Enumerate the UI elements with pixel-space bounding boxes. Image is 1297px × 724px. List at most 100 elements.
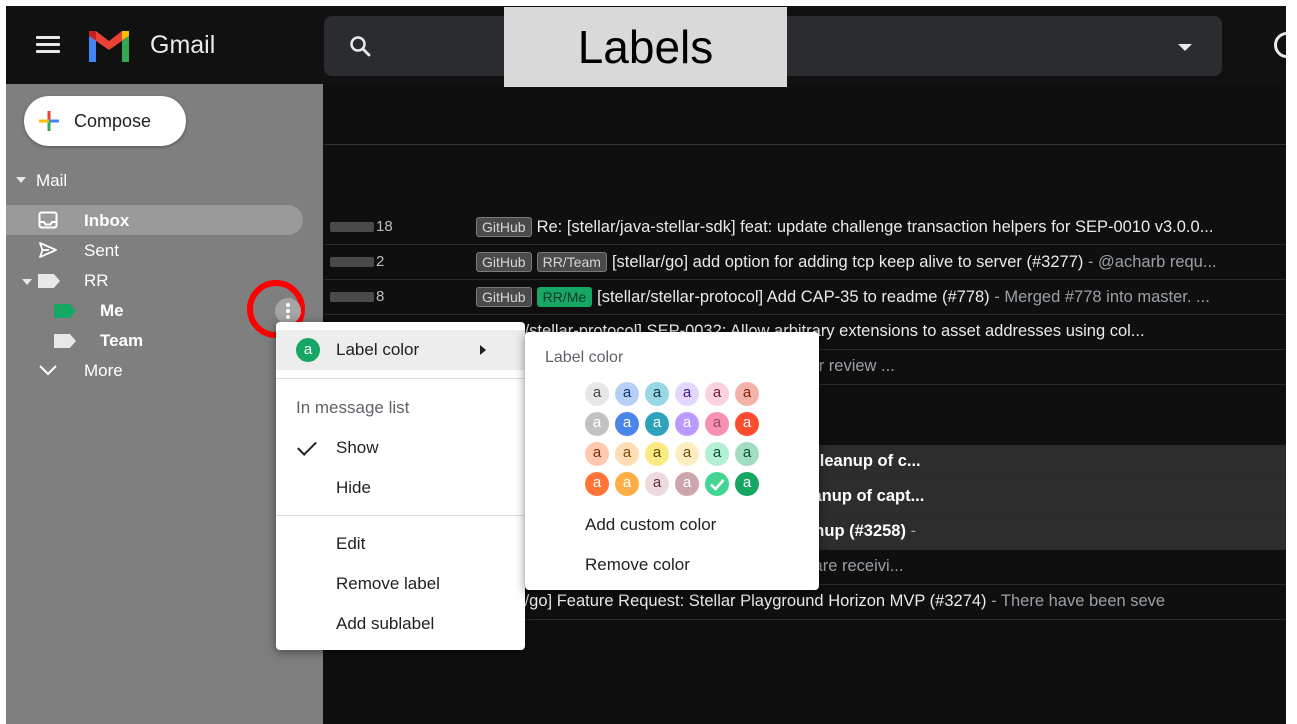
list-divider [324, 144, 1286, 145]
color-swatch[interactable]: a [585, 412, 609, 436]
submenu-arrow-icon [480, 345, 486, 355]
email-row[interactable]: 8 GitHub RR/Me [stellar/stellar-protocol] A… [324, 280, 1286, 315]
sender-redacted [330, 257, 374, 267]
thread-count: 2 [376, 253, 385, 270]
label-color-submenu: Label color aaaaaaaaaaaaaaaaaaaaaaa Add … [525, 332, 819, 590]
add-sublabel-label: Add sublabel [336, 614, 435, 633]
email-row[interactable]: 18 GitHub Re: [stellar/java-stellar-sdk] f… [324, 210, 1286, 245]
sidebar-item-label: Inbox [84, 211, 130, 230]
sidebar-item-inbox[interactable]: Inbox [6, 205, 303, 235]
color-swatch[interactable]: a [675, 382, 699, 406]
label-chip[interactable]: RR/Me [536, 287, 593, 307]
hide-label: Hide [336, 478, 371, 497]
check-icon [297, 436, 317, 456]
color-swatch-selected[interactable] [705, 472, 729, 496]
check-icon [710, 479, 725, 491]
submenu-title: Label color [545, 349, 624, 366]
add-custom-color-option[interactable]: Add custom color [525, 506, 819, 542]
color-swatch[interactable]: a [705, 442, 729, 466]
mail-section-toggle[interactable]: Mail [6, 168, 323, 192]
color-swatch[interactable]: a [705, 412, 729, 436]
color-swatch[interactable]: a [615, 412, 639, 436]
sidebar-item-sent[interactable]: Sent [6, 235, 303, 265]
label-color-label: Label color [336, 340, 420, 359]
color-swatch[interactable]: a [705, 382, 729, 406]
thread-count: 18 [376, 218, 393, 235]
color-swatch[interactable]: a [735, 382, 759, 406]
label-icon [38, 274, 60, 288]
color-swatch[interactable]: a [585, 442, 609, 466]
color-swatch[interactable]: a [735, 472, 759, 496]
color-swatch[interactable]: a [645, 472, 669, 496]
label-color-item[interactable]: a Label color [276, 330, 525, 370]
collapse-icon [16, 177, 26, 183]
remove-color-option[interactable]: Remove color [525, 546, 819, 582]
email-line: [stellar/go] Feature Request: Stellar Pl… [476, 592, 1165, 611]
email-row[interactable]: 2 GitHub RR/Team [stellar/go] add option fo… [324, 245, 1286, 280]
more-options-icon[interactable] [275, 298, 301, 324]
color-swatch[interactable]: a [675, 442, 699, 466]
color-swatch[interactable]: a [615, 382, 639, 406]
label-chip[interactable]: GitHub [476, 252, 532, 272]
color-swatch[interactable]: a [585, 472, 609, 496]
search-icon[interactable] [348, 34, 372, 58]
email-snippet: - @acharb requ... [1083, 253, 1217, 271]
menu-divider [276, 378, 525, 379]
color-swatch[interactable]: a [585, 382, 609, 406]
color-palette: aaaaaaaaaaaaaaaaaaaaaaa [585, 382, 765, 502]
color-swatch[interactable]: a [675, 472, 699, 496]
in-message-list-heading: In message list [296, 398, 410, 417]
sender-redacted [330, 222, 374, 232]
send-icon [39, 242, 57, 258]
email-line: GitHub RR/Me [stellar/stellar-protocol] Ad… [476, 287, 1210, 307]
email-subject: Re: [stellar/java-stellar-sdk] feat: upd… [536, 218, 1214, 236]
color-swatch[interactable]: a [645, 382, 669, 406]
sidebar-item-label: RR [84, 271, 109, 290]
add-custom-color-label: Add custom color [585, 515, 717, 534]
hide-option[interactable]: Hide [276, 468, 525, 508]
compose-button[interactable]: Compose [24, 96, 186, 146]
label-chip[interactable]: GitHub [476, 287, 532, 307]
color-swatch[interactable]: a [675, 412, 699, 436]
search-options-icon[interactable] [1178, 44, 1192, 51]
email-line: GitHub RR/Team [stellar/go] add option for… [476, 252, 1217, 272]
slide-title: Labels [504, 7, 787, 87]
remove-color-label: Remove color [585, 555, 690, 574]
email-snippet: - There have been seve [986, 592, 1166, 610]
inbox-icon [38, 211, 58, 229]
sender-redacted [330, 292, 374, 302]
color-swatch[interactable]: a [735, 442, 759, 466]
remove-label-option[interactable]: Remove label [276, 564, 525, 604]
gmail-logo[interactable] [86, 28, 132, 62]
show-option[interactable]: Show [276, 428, 525, 468]
color-swatch[interactable]: a [645, 412, 669, 436]
color-swatch[interactable]: a [615, 442, 639, 466]
email-snippet: - Merged #778 into master. ... [989, 288, 1210, 306]
add-sublabel-option[interactable]: Add sublabel [276, 604, 525, 644]
color-swatch[interactable]: a [735, 412, 759, 436]
chevron-down-icon [39, 365, 57, 376]
email-subject: [stellar/go] add option for adding tcp k… [611, 253, 1084, 271]
sidebar-item-more[interactable]: More [6, 355, 303, 385]
color-swatch[interactable]: a [645, 442, 669, 466]
sidebar-item-label: Me [100, 301, 124, 320]
main-menu-icon[interactable] [36, 36, 60, 54]
remove-label-label: Remove label [336, 574, 440, 593]
sidebar-item-label: Sent [84, 241, 119, 260]
label-chip[interactable]: RR/Team [536, 252, 607, 272]
color-swatch[interactable]: a [615, 472, 639, 496]
compose-label: Compose [74, 111, 152, 131]
show-label: Show [336, 438, 379, 457]
label-icon [54, 304, 76, 318]
email-subject: [stellar/go] Feature Request: Stellar Pl… [476, 592, 987, 610]
label-chip[interactable]: GitHub [476, 217, 532, 237]
expand-icon[interactable] [22, 279, 32, 285]
email-line: GitHub Re: [stellar/java-stellar-sdk] fea… [476, 217, 1213, 237]
sidebar-item-label: More [84, 361, 123, 380]
thread-count: 8 [376, 288, 385, 305]
sidebar-item-label: Team [100, 331, 144, 350]
edit-option[interactable]: Edit [276, 524, 525, 564]
menu-divider [276, 515, 525, 516]
label-icon [54, 334, 76, 348]
mail-section-label: Mail [36, 171, 68, 190]
